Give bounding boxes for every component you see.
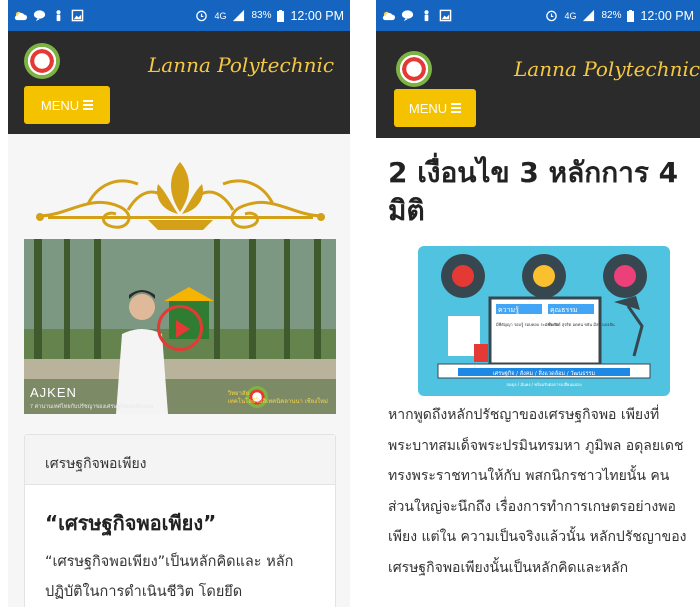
menu-bars-icon: [83, 100, 94, 110]
battery-percent: 83%: [251, 10, 272, 21]
battery-icon: [277, 9, 285, 22]
line-icon: [33, 10, 46, 22]
signal-icon: [233, 9, 245, 22]
site-brand[interactable]: Lanna Polytechnic: [148, 53, 334, 77]
article-card: เศรษฐกิจพอเพียง “เศรษฐกิจพอเพียง” “เศรษฐ…: [24, 434, 336, 607]
article-title: 2 เงื่อนไข 3 หลักการ 4 มิติ: [388, 156, 679, 227]
menu-button[interactable]: MENU: [24, 86, 110, 124]
menu-bars-icon: [451, 103, 462, 113]
person-icon: [424, 10, 429, 22]
alarm-icon: [546, 10, 558, 22]
video-watermark: AJKEN: [30, 385, 77, 400]
right-phone-screen: 4G 82% 12:00 PM Lanna Polytechnic MENU 2…: [376, 0, 700, 607]
card-title: “เศรษฐกิจพอเพียง”: [45, 511, 217, 535]
card-heading: เศรษฐกิจพอเพียง: [25, 435, 335, 485]
menu-label: MENU: [40, 97, 80, 113]
menu-label: MENU: [408, 100, 448, 116]
svg-text:เศรษฐกิจ / สังคม / สิ่งแวดล้อม: เศรษฐกิจ / สังคม / สิ่งแวดล้อม / วัฒนธรร…: [493, 369, 596, 377]
article-body: หากพูดถึงหลักปรัชญาของเศรษฐกิจพอ เพียงที…: [388, 407, 687, 576]
status-time: 12:00 PM: [290, 8, 344, 23]
gear-icon: [441, 254, 647, 298]
play-icon[interactable]: [157, 305, 203, 351]
thai-ornament-divider: [36, 162, 325, 230]
menu-button[interactable]: MENU: [394, 89, 476, 127]
college-logo[interactable]: [24, 43, 60, 79]
person-icon: [56, 10, 61, 22]
battery-percent: 82%: [601, 10, 622, 21]
battery-icon: [627, 9, 635, 22]
status-time: 12:00 PM: [640, 8, 694, 23]
alarm-icon: [196, 10, 208, 22]
sufficiency-economy-illustration: ความรู้ คุณธรรม มีพียัญญา รอบรู้ รอบคอบ …: [418, 246, 670, 396]
line-icon: [401, 10, 414, 22]
video-badge-text: วิทยาลัย เทคโนโลยีโปลิเทคนิคลานนา เชียงใ…: [227, 391, 328, 405]
status-bar: 4G 83% 12:00 PM: [8, 0, 350, 31]
gallery-icon: [439, 9, 452, 22]
site-navbar: Lanna Polytechnic MENU: [376, 31, 700, 138]
network-type: 4G: [564, 10, 577, 21]
svg-text:คุณธรรม: คุณธรรม: [550, 306, 578, 314]
article-content: 2 เงื่อนไข 3 หลักการ 4 มิติ ความรู้ คุณธ…: [376, 138, 700, 607]
svg-text:ความรู้: ความรู้: [498, 306, 519, 314]
card-text: “เศรษฐกิจพอเพียง”เป็นหลักคิดและ หลักปฏิบ…: [45, 554, 294, 600]
weather-icon: [14, 11, 27, 21]
site-brand[interactable]: Lanna Polytechnic: [514, 57, 700, 81]
video-thumbnail[interactable]: AJKEN 7 ค่านานเทศไทยกับปรัชญาของเศรษฐกิจ…: [24, 239, 336, 414]
site-navbar: Lanna Polytechnic MENU: [8, 31, 350, 134]
video-caption: 7 ค่านานเทศไทยกับปรัชญาของเศรษฐกิจพอเพีย…: [30, 404, 154, 410]
page-content: AJKEN 7 ค่านานเทศไทยกับปรัชญาของเศรษฐกิจ…: [8, 134, 350, 607]
signal-icon: [583, 9, 595, 22]
left-phone-screen: 4G 83% 12:00 PM Lanna Polytechnic MENU A…: [8, 0, 350, 607]
network-type: 4G: [214, 10, 227, 21]
gallery-icon: [71, 9, 84, 22]
status-bar: 4G 82% 12:00 PM: [376, 0, 700, 31]
college-logo[interactable]: [396, 51, 432, 87]
screenshot-stage: 4G 83% 12:00 PM Lanna Polytechnic MENU A…: [0, 0, 700, 607]
weather-icon: [382, 11, 395, 21]
